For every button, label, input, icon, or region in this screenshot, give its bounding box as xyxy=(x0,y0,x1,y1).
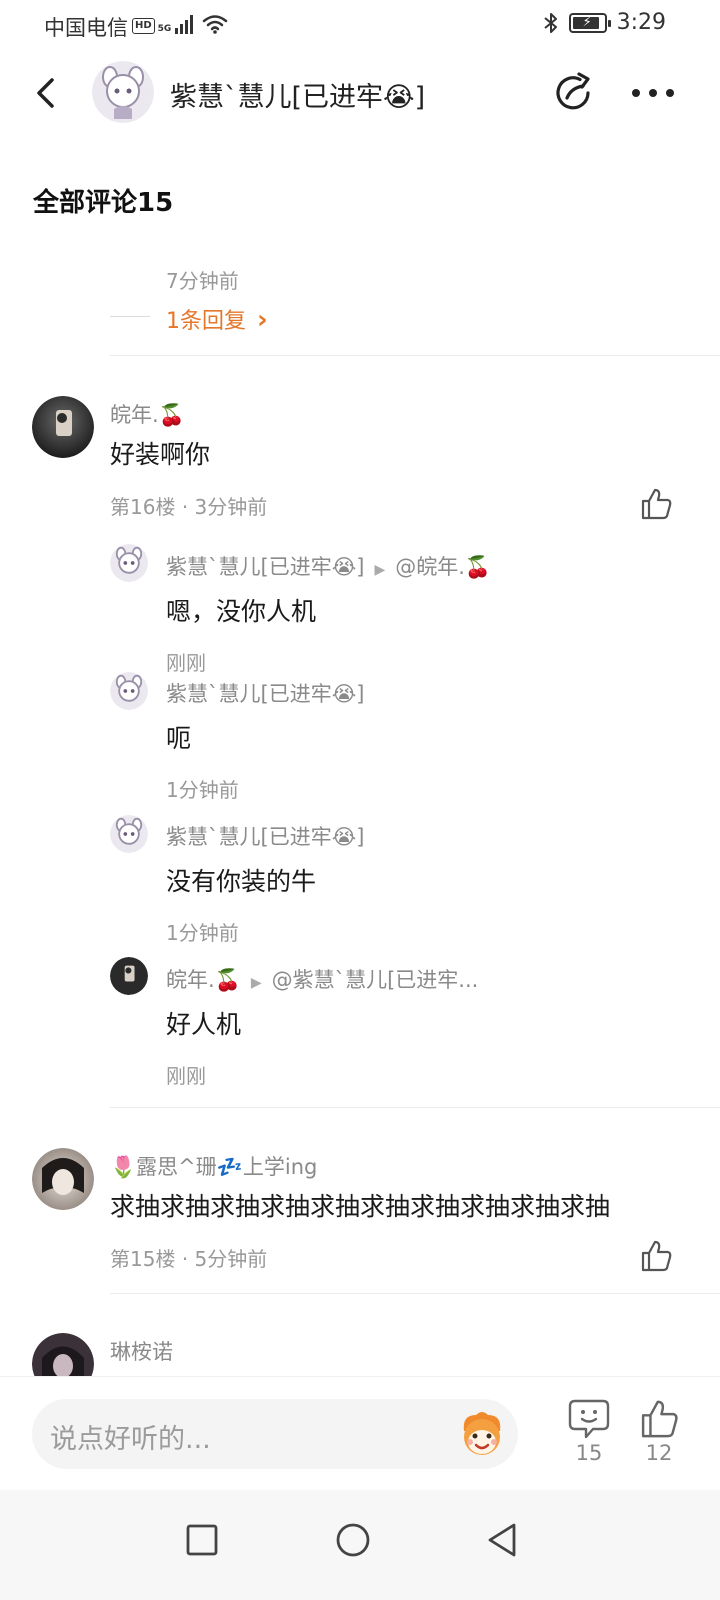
comment-divider xyxy=(110,1107,720,1108)
back-button[interactable] xyxy=(28,73,68,113)
page-title: 紫慧`慧儿[已进牢😭] xyxy=(170,82,426,113)
share-button[interactable] xyxy=(552,71,596,115)
comments-header: 全部评论15 xyxy=(33,188,174,218)
like-count: 12 xyxy=(645,1441,673,1465)
nav-recent-button[interactable] xyxy=(178,1516,226,1564)
status-right: ⚡ 3:29 xyxy=(543,10,666,35)
wifi-icon xyxy=(203,15,228,34)
emoji-sticker-icon[interactable] xyxy=(456,1409,508,1459)
triangle-back-icon xyxy=(488,1523,516,1557)
network-type: 5G xyxy=(157,24,172,34)
like-button[interactable] xyxy=(638,1238,674,1274)
reply-text: 嗯，没你人机 xyxy=(166,597,317,626)
reply-header: 皖年.🍒 ▶ @紫慧`慧儿[已进牢... xyxy=(166,964,478,994)
meta-separator: · xyxy=(181,1247,189,1271)
reply-text: 好人机 xyxy=(166,1010,242,1039)
reply-arrow-icon: ▶ xyxy=(374,562,386,578)
reply-avatar[interactable] xyxy=(110,544,148,582)
system-nav-bar xyxy=(0,1490,720,1600)
comment-time: 7分钟前 xyxy=(166,269,239,293)
clock: 3:29 xyxy=(616,10,666,35)
nav-back-button[interactable] xyxy=(478,1516,526,1564)
reply-text: 呃 xyxy=(166,724,192,753)
reply-avatar[interactable] xyxy=(110,815,148,853)
circle-icon xyxy=(336,1523,370,1557)
reply-username[interactable]: 紫慧`慧儿[已进牢😭] xyxy=(166,821,364,851)
reply-time: 刚刚 xyxy=(166,651,206,675)
user-avatar[interactable] xyxy=(92,61,154,123)
reply-to-mention[interactable]: @紫慧`慧儿[已进牢... xyxy=(272,968,479,992)
reply-time: 刚刚 xyxy=(166,1064,206,1088)
reply-username[interactable]: 紫慧`慧儿[已进牢😭] xyxy=(166,555,364,579)
chevron-left-icon xyxy=(37,78,54,108)
thumbs-up-icon xyxy=(641,1240,672,1272)
reply-avatar[interactable] xyxy=(110,957,148,995)
thumbs-up-icon xyxy=(641,1400,678,1438)
comment-text: 求抽求抽求抽求抽求抽求抽求抽求抽求抽求抽 xyxy=(110,1192,611,1221)
like-count-button[interactable]: 12 xyxy=(634,1397,684,1477)
reply-time: 1分钟前 xyxy=(166,921,239,945)
comment-count: 15 xyxy=(575,1441,603,1465)
status-bar: 中国电信 HD 5G ⚡ 3:29 xyxy=(0,0,720,50)
signal-indicators: HD 5G xyxy=(132,14,228,34)
reply-line xyxy=(110,316,150,317)
chevron-right-icon: › xyxy=(257,305,268,335)
comment-input[interactable]: 说点好听的... xyxy=(32,1399,518,1469)
comment-divider xyxy=(110,1293,720,1294)
floor-number: 第16楼 xyxy=(110,495,176,519)
carrier-name: 中国电信 xyxy=(44,16,128,40)
comment-bar: 说点好听的... 15 12 xyxy=(0,1376,720,1490)
reply-username[interactable]: 皖年.🍒 xyxy=(166,968,241,992)
battery-icon: ⚡ xyxy=(568,12,611,33)
reply-to-mention[interactable]: @皖年.🍒 xyxy=(395,555,491,579)
signal-icon xyxy=(175,14,194,34)
comment-meta: 第16楼 · 3分钟前 xyxy=(110,491,267,520)
commenter-name[interactable]: 皖年.🍒 xyxy=(110,399,185,429)
commenter-name[interactable]: 🌷露思^珊💤上学ing xyxy=(110,1151,317,1181)
comment-time: 3分钟前 xyxy=(194,495,268,519)
thumbs-up-icon xyxy=(641,488,672,520)
comment-text: 好装啊你 xyxy=(110,440,211,469)
view-replies-link[interactable]: 1条回复 › xyxy=(166,303,268,335)
more-options-button[interactable] xyxy=(628,71,678,115)
floor-number: 第15楼 xyxy=(110,1247,176,1271)
square-icon xyxy=(186,1524,218,1556)
hd-badge: HD xyxy=(132,18,155,34)
share-icon xyxy=(556,72,590,110)
commenter-name[interactable]: 琳桉诺 xyxy=(110,1336,173,1366)
comment-divider xyxy=(110,355,720,356)
comments-count-button[interactable]: 15 xyxy=(564,1397,614,1477)
commenter-avatar[interactable] xyxy=(32,396,94,458)
reply-arrow-icon: ▶ xyxy=(250,975,262,991)
commenter-avatar[interactable] xyxy=(32,1148,94,1210)
like-button[interactable] xyxy=(638,486,674,522)
comment-meta: 第15楼 · 5分钟前 xyxy=(110,1243,267,1272)
comment-input-placeholder: 说点好听的... xyxy=(50,1424,211,1455)
reply-time: 1分钟前 xyxy=(166,778,239,802)
top-nav-bar: 紫慧`慧儿[已进牢😭] xyxy=(0,55,720,131)
comment-time: 5分钟前 xyxy=(194,1247,268,1271)
nav-home-button[interactable] xyxy=(329,1516,377,1564)
more-dots-icon xyxy=(632,89,640,97)
view-replies-label: 1条回复 xyxy=(166,309,246,334)
comment-bubble-icon xyxy=(568,1399,610,1439)
bluetooth-icon xyxy=(543,12,557,33)
reply-username[interactable]: 紫慧`慧儿[已进牢😭] xyxy=(166,678,364,708)
meta-separator: · xyxy=(181,495,189,519)
reply-avatar[interactable] xyxy=(110,672,148,710)
reply-header: 紫慧`慧儿[已进牢😭] ▶ @皖年.🍒 xyxy=(166,551,491,581)
reply-text: 没有你装的牛 xyxy=(166,867,317,896)
